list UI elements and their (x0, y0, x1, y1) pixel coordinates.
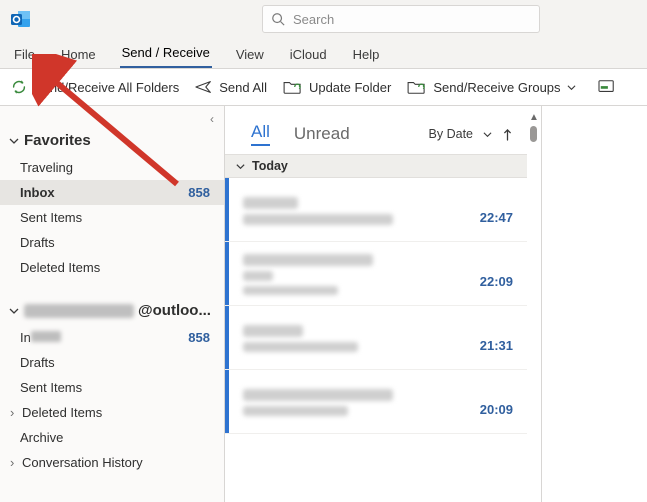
inbox-count: 858 (188, 185, 210, 200)
folder-sent-items[interactable]: Sent Items (0, 205, 224, 230)
message-time: 22:09 (480, 274, 513, 289)
scrollbar[interactable]: ▲ (527, 106, 541, 502)
account-inbox-count: 858 (188, 330, 210, 345)
redacted-sender (243, 325, 303, 337)
sort-controls[interactable]: By Date (429, 127, 513, 141)
favorites-header[interactable]: Favorites (0, 128, 224, 155)
redacted-sender (243, 197, 298, 209)
sort-ascending-icon[interactable] (502, 128, 513, 141)
send-icon (195, 79, 213, 95)
menu-send-receive[interactable]: Send / Receive (120, 45, 212, 68)
message-pane: All Unread By Date Today 22:47 (225, 106, 647, 502)
scroll-up-icon[interactable]: ▲ (529, 112, 539, 123)
send-receive-groups-button[interactable]: Send/Receive Groups (407, 79, 575, 95)
groups-label: Send/Receive Groups (433, 80, 560, 95)
favorites-title: Favorites (24, 132, 91, 149)
folder-sidebar: Favorites Traveling Inbox 858 Sent Items… (0, 106, 225, 502)
message-item[interactable]: 22:09 (225, 242, 527, 306)
account-deleted-items[interactable]: ›Deleted Items (0, 400, 224, 425)
send-receive-all-label: Send/Receive All Folders (34, 80, 179, 95)
chevron-down-icon (567, 83, 576, 92)
update-folder-button[interactable]: Update Folder (283, 79, 391, 95)
chevron-down-icon (235, 161, 246, 172)
account-drafts[interactable]: Drafts (0, 350, 224, 375)
chevron-right-icon: › (10, 455, 20, 470)
folder-deleted-items[interactable]: Deleted Items (0, 255, 224, 280)
account-conversation-history[interactable]: ›Conversation History (0, 450, 224, 475)
redacted-subject (243, 406, 348, 416)
search-icon (271, 12, 285, 26)
tab-unread[interactable]: Unread (294, 124, 350, 144)
message-tabs: All Unread By Date (225, 106, 527, 154)
account-header[interactable]: @outloo... (0, 298, 224, 325)
message-item[interactable]: 21:31 (225, 306, 527, 370)
redacted-subject (243, 214, 393, 225)
menu-view[interactable]: View (234, 47, 266, 68)
refresh-icon (10, 78, 28, 96)
account-archive[interactable]: Archive (0, 425, 224, 450)
reading-pane (542, 106, 647, 502)
search-input[interactable]: Search (262, 5, 540, 33)
redacted-sender (243, 254, 373, 266)
redacted-preview (243, 286, 338, 295)
account-name-redacted (24, 304, 134, 318)
ribbon-overflow-button[interactable] (598, 79, 616, 95)
chevron-down-icon (8, 135, 20, 147)
menu-home[interactable]: Home (59, 47, 98, 68)
update-folder-label: Update Folder (309, 80, 391, 95)
redacted-sender (243, 389, 393, 401)
redacted-text (31, 331, 61, 342)
message-list: All Unread By Date Today 22:47 (225, 106, 527, 502)
send-all-button[interactable]: Send All (195, 79, 267, 95)
progress-icon (598, 79, 616, 95)
date-group-today[interactable]: Today (225, 154, 527, 178)
menu-icloud[interactable]: iCloud (288, 47, 329, 68)
groups-folder-icon (407, 79, 427, 95)
account-suffix: @outloo... (138, 302, 211, 319)
update-folder-icon (283, 79, 303, 95)
folder-traveling[interactable]: Traveling (0, 155, 224, 180)
message-time: 21:31 (480, 338, 513, 353)
chevron-down-icon (483, 130, 492, 139)
folder-drafts[interactable]: Drafts (0, 230, 224, 255)
redacted-subject (243, 271, 273, 281)
message-time: 20:09 (480, 402, 513, 417)
account-inbox[interactable]: In 858 (0, 325, 224, 350)
send-all-label: Send All (219, 80, 267, 95)
sort-by-date-label: By Date (429, 127, 473, 141)
folder-inbox[interactable]: Inbox 858 (0, 180, 224, 205)
menu-file[interactable]: File (12, 47, 37, 68)
chevron-down-icon (8, 305, 20, 317)
outlook-app-icon (10, 8, 32, 30)
group-label: Today (252, 159, 288, 173)
redacted-subject (243, 342, 358, 352)
collapse-sidebar-icon[interactable]: ‹ (210, 112, 214, 126)
title-bar: Search (0, 0, 647, 38)
search-placeholder: Search (293, 12, 334, 27)
message-item[interactable]: 22:47 (225, 178, 527, 242)
tab-all[interactable]: All (251, 122, 270, 146)
main-area: ‹ Favorites Traveling Inbox 858 Sent Ite… (0, 106, 647, 502)
scroll-thumb[interactable] (530, 126, 537, 142)
send-receive-all-button[interactable]: Send/Receive All Folders (10, 78, 179, 96)
message-time: 22:47 (480, 210, 513, 225)
menu-bar: File Home Send / Receive View iCloud Hel… (0, 38, 647, 68)
chevron-right-icon: › (10, 405, 20, 420)
ribbon: Send/Receive All Folders Send All Update… (0, 68, 647, 106)
menu-help[interactable]: Help (351, 47, 382, 68)
account-sent-items[interactable]: Sent Items (0, 375, 224, 400)
message-item[interactable]: 20:09 (225, 370, 527, 434)
